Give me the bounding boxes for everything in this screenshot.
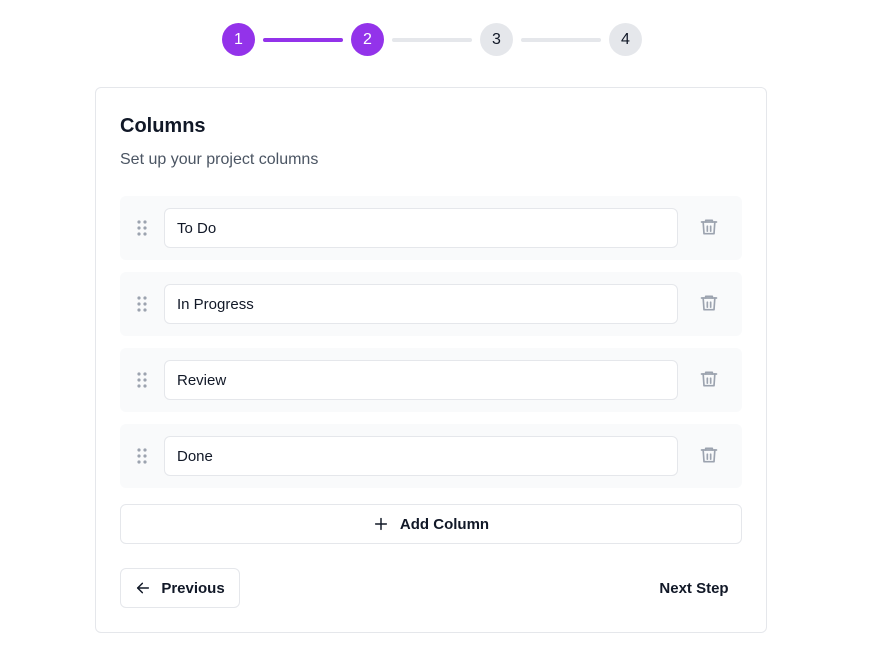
step-1-label: 1 xyxy=(234,30,243,48)
step-4-label: 4 xyxy=(621,30,630,48)
columns-card: Columns Set up your project columns To D… xyxy=(95,87,767,633)
step-3-label: 3 xyxy=(492,30,501,48)
next-step-button[interactable]: Next Step xyxy=(646,568,742,608)
arrow-left-icon xyxy=(135,580,161,596)
step-3-indicator: 3 xyxy=(480,23,513,56)
grip-vertical-icon[interactable] xyxy=(136,295,148,313)
step-connector-2 xyxy=(392,37,472,42)
previous-label: Previous xyxy=(161,579,225,597)
column-row xyxy=(120,424,742,488)
column-name-input[interactable] xyxy=(164,360,678,400)
grip-vertical-icon[interactable] xyxy=(136,371,148,389)
column-row xyxy=(120,348,742,412)
next-step-label: Next Step xyxy=(659,579,729,597)
column-name-input[interactable] xyxy=(164,436,678,476)
step-connector-3 xyxy=(521,37,601,42)
trash-icon xyxy=(699,293,719,316)
previous-button[interactable]: Previous xyxy=(120,568,240,608)
card-title: Columns xyxy=(120,115,206,137)
trash-icon xyxy=(699,369,719,392)
column-list xyxy=(120,196,742,500)
trash-icon xyxy=(699,445,719,468)
column-name-input[interactable] xyxy=(164,208,678,248)
column-row xyxy=(120,196,742,260)
grip-vertical-icon[interactable] xyxy=(136,447,148,465)
add-column-label: Add Column xyxy=(399,515,490,533)
step-2-indicator: 2 xyxy=(351,23,384,56)
delete-column-button[interactable] xyxy=(696,216,722,240)
trash-icon xyxy=(699,217,719,240)
grip-vertical-icon[interactable] xyxy=(136,219,148,237)
delete-column-button[interactable] xyxy=(696,292,722,316)
delete-column-button[interactable] xyxy=(696,368,722,392)
delete-column-button[interactable] xyxy=(696,444,722,468)
progress-stepper: 1 2 3 4 xyxy=(222,23,642,56)
card-subtitle: Set up your project columns xyxy=(120,151,319,168)
step-1-indicator: 1 xyxy=(222,23,255,56)
column-name-input[interactable] xyxy=(164,284,678,324)
add-column-button[interactable]: Add Column xyxy=(120,504,742,544)
step-2-label: 2 xyxy=(363,30,372,48)
step-4-indicator: 4 xyxy=(609,23,642,56)
step-connector-1 xyxy=(263,37,343,42)
plus-icon xyxy=(373,516,400,532)
column-row xyxy=(120,272,742,336)
